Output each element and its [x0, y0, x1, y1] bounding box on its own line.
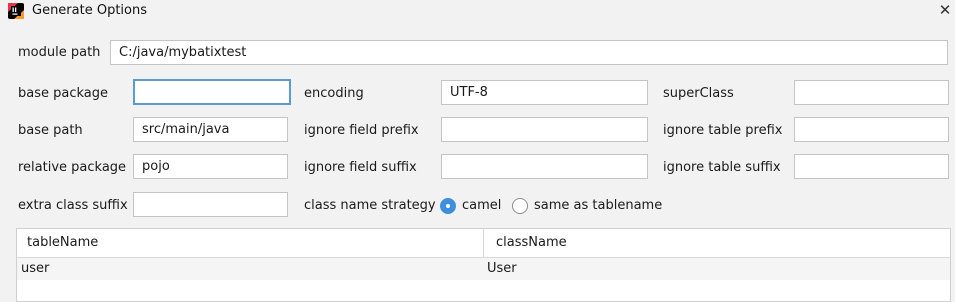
super-class-label: superClass: [663, 86, 734, 101]
window-title: Generate Options: [32, 3, 148, 18]
title-bar: Generate Options ✕: [0, 0, 955, 22]
extra-class-suffix-input[interactable]: [133, 192, 288, 217]
tables-table[interactable]: tableName className user User: [16, 228, 951, 302]
ignore-table-prefix-input[interactable]: [794, 117, 949, 142]
module-path-input[interactable]: [110, 40, 948, 65]
ignore-field-prefix-input[interactable]: [441, 117, 648, 142]
ignore-table-suffix-input[interactable]: [794, 154, 949, 179]
relative-package-input[interactable]: [133, 154, 288, 179]
same-as-tablename-radio[interactable]: [512, 198, 528, 214]
relative-package-label: relative package: [18, 160, 127, 175]
table-row[interactable]: user User: [17, 258, 950, 280]
table-header: tableName className: [17, 229, 950, 258]
column-header-classname[interactable]: className: [496, 229, 567, 257]
table-cell-classname[interactable]: User: [487, 258, 517, 280]
encoding-input[interactable]: [441, 80, 648, 105]
class-name-strategy-label: class name strategy: [304, 198, 436, 213]
base-path-label: base path: [18, 123, 83, 138]
same-as-tablename-radio-label[interactable]: same as tablename: [534, 198, 662, 213]
extra-class-suffix-label: extra class suffix: [18, 198, 128, 213]
base-package-input[interactable]: [133, 79, 291, 105]
ignore-field-prefix-label: ignore field prefix: [304, 123, 419, 138]
camel-radio[interactable]: [440, 198, 456, 214]
ignore-table-prefix-label: ignore table prefix: [663, 123, 783, 138]
super-class-input[interactable]: [794, 80, 949, 105]
ignore-field-suffix-input[interactable]: [441, 154, 648, 179]
base-package-label: base package: [18, 86, 109, 101]
table-cell-tablename: user: [21, 261, 50, 276]
ignore-field-suffix-label: ignore field suffix: [304, 160, 417, 175]
intellij-icon: [8, 3, 24, 19]
module-path-label: module path: [18, 45, 101, 60]
ignore-table-suffix-label: ignore table suffix: [663, 160, 781, 175]
encoding-label: encoding: [304, 86, 364, 101]
column-divider[interactable]: [483, 229, 484, 257]
column-header-tablename[interactable]: tableName: [27, 229, 98, 257]
close-icon[interactable]: ✕: [937, 1, 953, 19]
base-path-input[interactable]: [133, 117, 288, 142]
camel-radio-label[interactable]: camel: [462, 198, 501, 213]
